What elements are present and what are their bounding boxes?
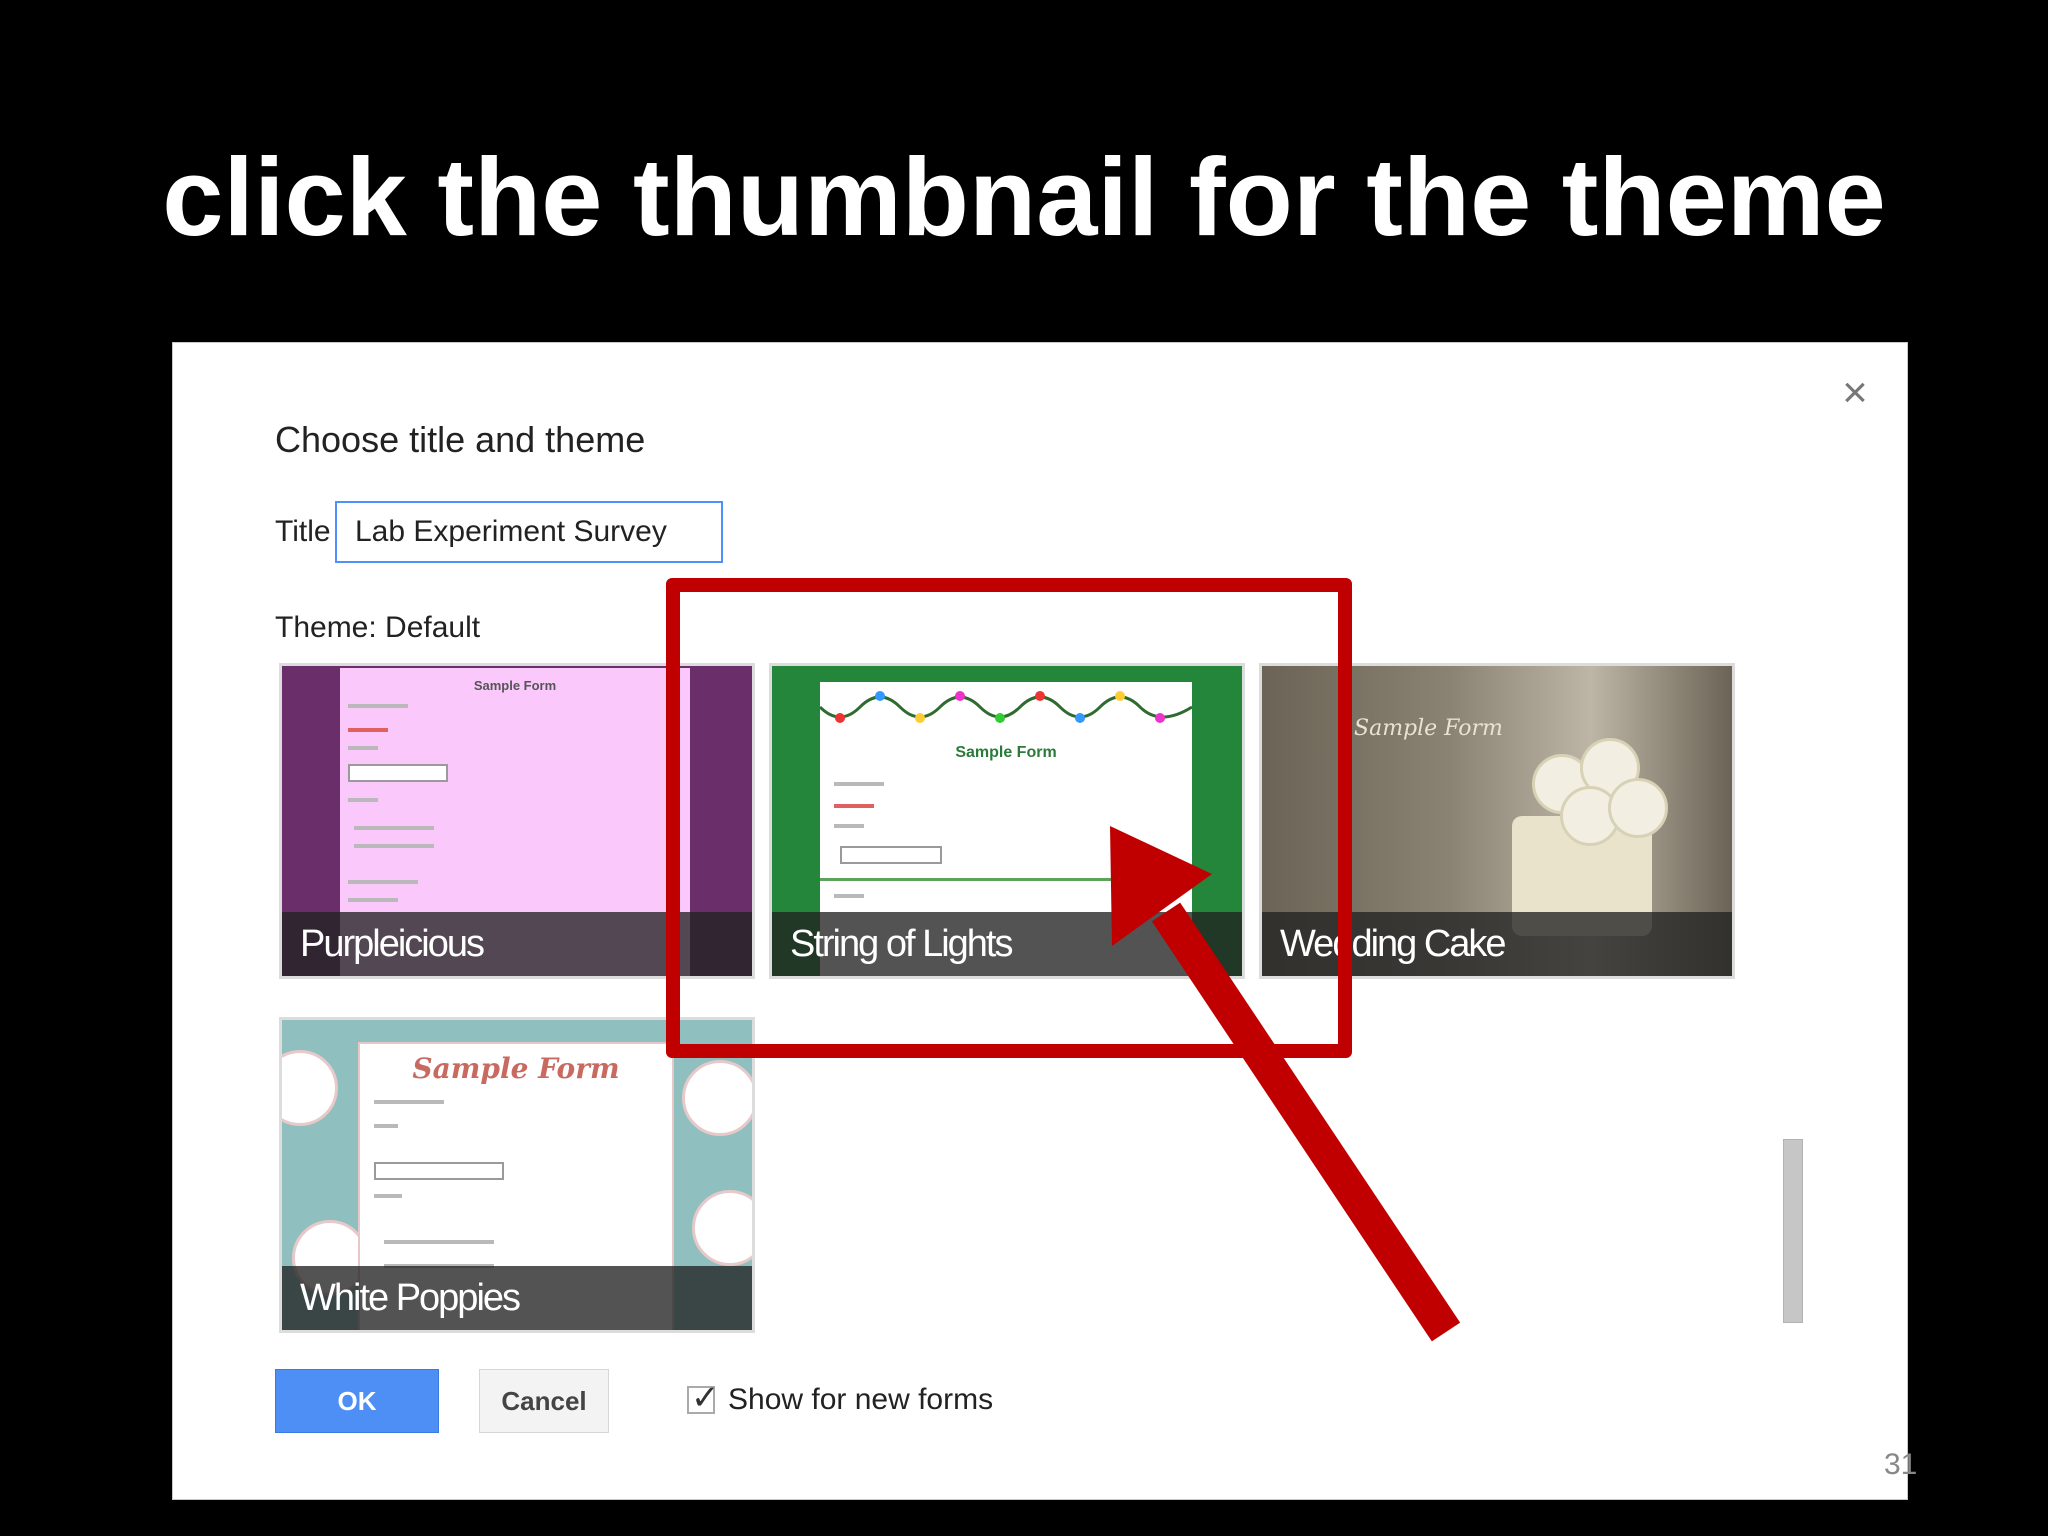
string-lights-icon [820, 691, 1192, 723]
theme-label: Theme: Default [275, 611, 481, 644]
checkmark-icon: ✓ [691, 1379, 720, 1417]
scrollbar-thumb[interactable] [1783, 1139, 1803, 1323]
show-for-new-forms-label: Show for new forms [728, 1383, 994, 1416]
theme-name: Wedding Cake [1262, 912, 1732, 976]
theme-thumbnail-purpleicious[interactable]: Sample Form Purpleicious [279, 663, 755, 979]
show-for-new-forms-checkbox[interactable]: ✓ [687, 1379, 720, 1417]
dialog-heading: Choose title and theme [275, 419, 646, 460]
theme-thumbnail-string-of-lights[interactable]: Sample Form String of Lights [769, 663, 1245, 979]
cancel-button[interactable]: Cancel [479, 1369, 609, 1433]
theme-name: White Poppies [282, 1266, 752, 1330]
close-icon[interactable]: × [1833, 371, 1877, 415]
preview-heading: Sample Form [955, 744, 1057, 761]
theme-name: String of Lights [772, 912, 1242, 976]
page-number: 31 [1884, 1448, 1918, 1481]
title-input[interactable] [335, 501, 723, 563]
poppy-icon [682, 1060, 752, 1136]
title-label: Title [275, 515, 331, 548]
rose-icon [1608, 778, 1668, 838]
theme-name: Purpleicious [282, 912, 752, 976]
slide-title: click the thumbnail for the theme [162, 136, 1886, 259]
preview-heading: Sample Form [1354, 716, 1503, 741]
theme-dialog: × Choose title and theme Title Theme: De… [172, 342, 1908, 1500]
preview-heading: Sample Form [412, 1052, 620, 1085]
theme-thumbnail-wedding-cake[interactable]: Sample Form Wedding Cake [1259, 663, 1735, 979]
ok-button[interactable]: OK [275, 1369, 439, 1433]
preview-heading: Sample Form [473, 678, 557, 693]
theme-thumbnail-white-poppies[interactable]: Sample Form White Poppies [279, 1017, 755, 1333]
